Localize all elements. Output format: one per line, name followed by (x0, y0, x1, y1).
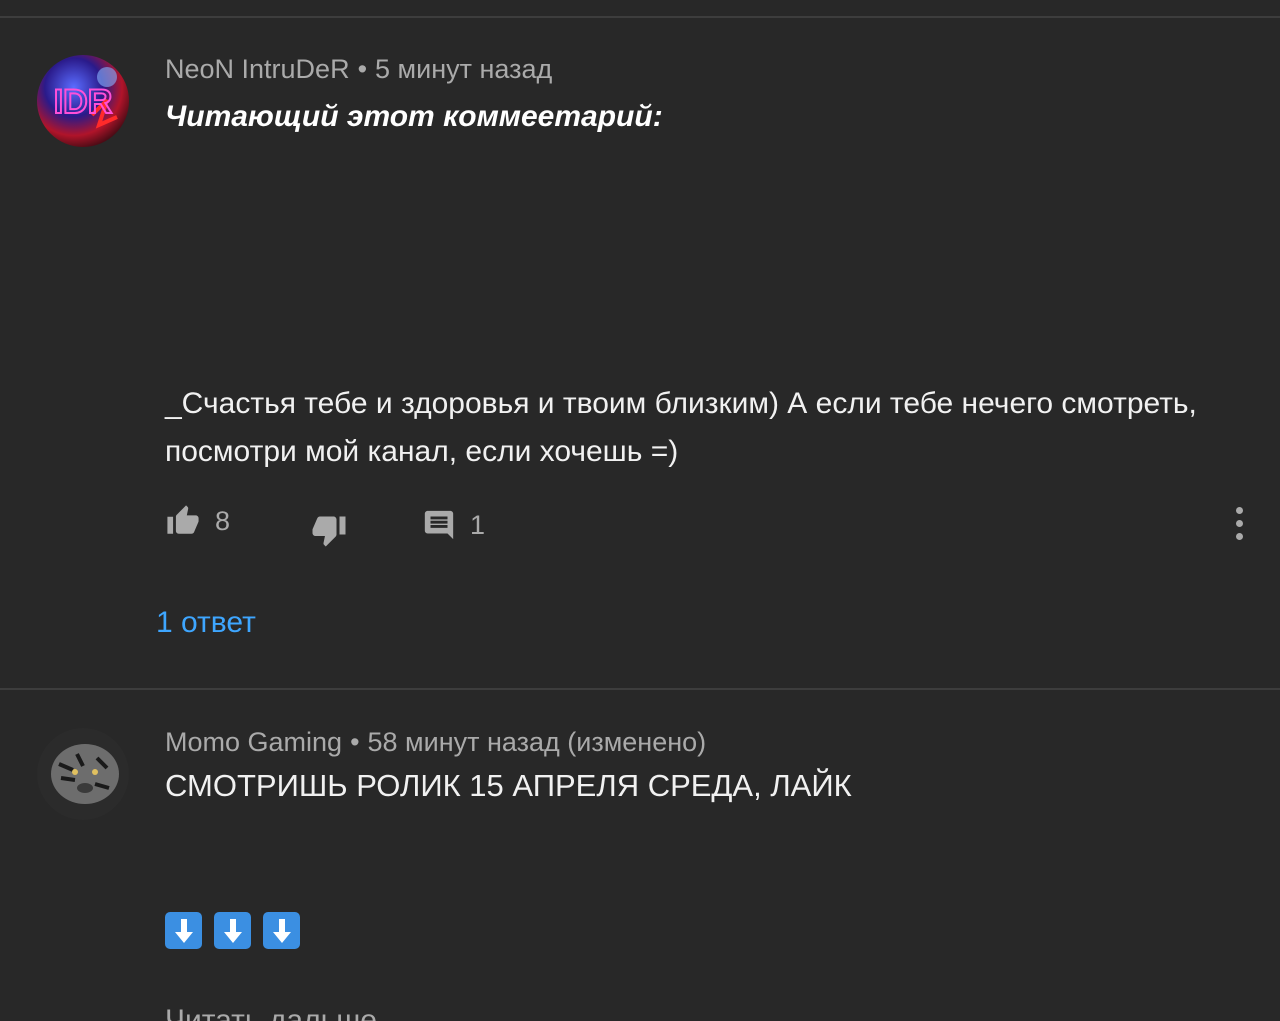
comment-icon (424, 510, 454, 540)
meta-separator: • (350, 727, 360, 757)
reply-button[interactable]: 1 (422, 506, 485, 544)
avatar-monogram: IDR (54, 83, 113, 121)
author-name[interactable]: Momo Gaming (165, 727, 342, 757)
arrow-down-emoji (263, 912, 300, 949)
like-count: 8 (215, 505, 231, 536)
reply-count: 1 (470, 509, 486, 540)
arrow-down-emoji (214, 912, 251, 949)
like-button[interactable]: 8 (165, 504, 230, 538)
arrow-down-emoji (165, 912, 202, 949)
comment-title: Читающий этот коммеетарий: (165, 100, 663, 133)
avatar-image (37, 728, 129, 820)
comment-time[interactable]: 58 минут назад (изменено) (368, 727, 707, 757)
avatar-image: IDR (37, 55, 129, 147)
avatar[interactable]: IDR (37, 55, 129, 147)
top-divider (0, 16, 1280, 18)
emoji-row (165, 912, 312, 949)
meta-separator: • (357, 54, 368, 84)
comment-body: _Счастья тебе и здоровья и твоим близким… (165, 387, 1197, 468)
comments-feed: IDR NeoN IntruDeR • 5 минут назад Читающий… (0, 0, 1280, 1021)
avatar[interactable] (37, 728, 129, 820)
comment-meta: Momo Gaming • 58 минут назад (изменено) (165, 727, 706, 758)
comment-meta: NeoN IntruDeR • 5 минут назад (165, 54, 552, 85)
thumb-up-icon (167, 505, 199, 534)
more-vertical-icon[interactable] (1228, 507, 1250, 547)
comment-time[interactable]: 5 минут назад (375, 54, 552, 84)
read-more-link[interactable]: Читать дальше (165, 1004, 377, 1021)
dislike-button[interactable] (310, 512, 348, 548)
comment-divider (0, 688, 1280, 690)
comment-body: СМОТРИШЬ РОЛИК 15 АПРЕЛЯ СРЕДА, ЛАЙК (165, 768, 852, 803)
view-replies-link[interactable]: 1 ответ (156, 606, 256, 640)
thumb-down-icon (312, 516, 346, 547)
author-name[interactable]: NeoN IntruDeR (165, 54, 350, 84)
